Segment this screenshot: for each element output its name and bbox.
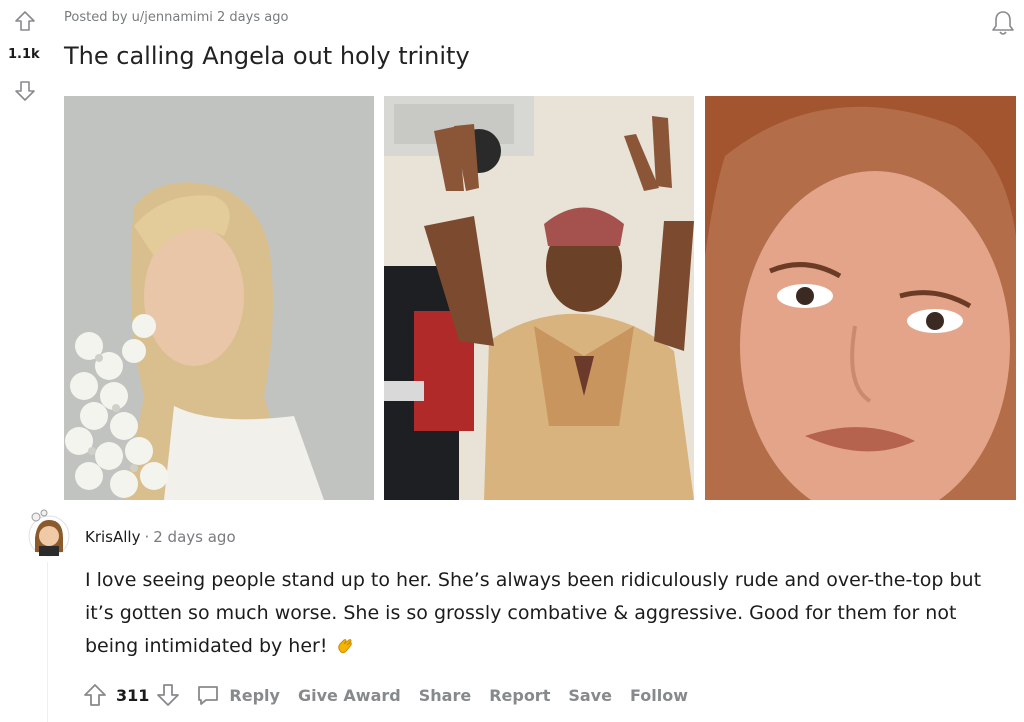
comment-text: I love seeing people stand up to her. Sh… bbox=[85, 569, 982, 657]
thread-line[interactable] bbox=[47, 562, 48, 722]
bell-icon[interactable] bbox=[988, 8, 1018, 38]
comment-username[interactable]: KrisAlly bbox=[85, 528, 140, 546]
report-button[interactable]: Report bbox=[489, 686, 550, 705]
reply-label: Reply bbox=[229, 685, 280, 705]
save-button[interactable]: Save bbox=[568, 686, 612, 705]
comment-body: I love seeing people stand up to her. Sh… bbox=[85, 564, 990, 663]
post-image-woman-red-hair[interactable] bbox=[705, 96, 1016, 500]
comment-score: 311 bbox=[116, 685, 150, 705]
clap-emoji-icon bbox=[335, 634, 355, 654]
avatar[interactable] bbox=[27, 508, 71, 558]
comment-separator: · bbox=[144, 528, 150, 546]
post-image-man-peace-sign[interactable] bbox=[384, 96, 694, 500]
upvote-arrow-icon[interactable] bbox=[82, 682, 108, 708]
post-meta: Posted by u/jennamimi 2 days ago bbox=[64, 10, 289, 25]
comment-time: 2 days ago bbox=[153, 528, 236, 546]
give-award-button[interactable]: Give Award bbox=[298, 686, 401, 705]
post-score: 1.1k bbox=[8, 47, 40, 62]
comment-bubble-icon bbox=[195, 682, 221, 708]
downvote-arrow-icon[interactable] bbox=[155, 682, 181, 708]
share-button[interactable]: Share bbox=[419, 686, 471, 705]
upvote-arrow-icon[interactable] bbox=[14, 10, 36, 32]
post-title[interactable]: The calling Angela out holy trinity bbox=[64, 42, 470, 70]
downvote-arrow-icon[interactable] bbox=[14, 80, 36, 102]
follow-button[interactable]: Follow bbox=[630, 686, 688, 705]
comment-header: KrisAlly · 2 days ago bbox=[85, 528, 236, 546]
reply-button[interactable]: Reply bbox=[195, 682, 280, 708]
post-image-woman-blonde[interactable] bbox=[64, 96, 374, 500]
comment-actions: 311 Reply Give Award Share Report Save F… bbox=[82, 680, 688, 710]
